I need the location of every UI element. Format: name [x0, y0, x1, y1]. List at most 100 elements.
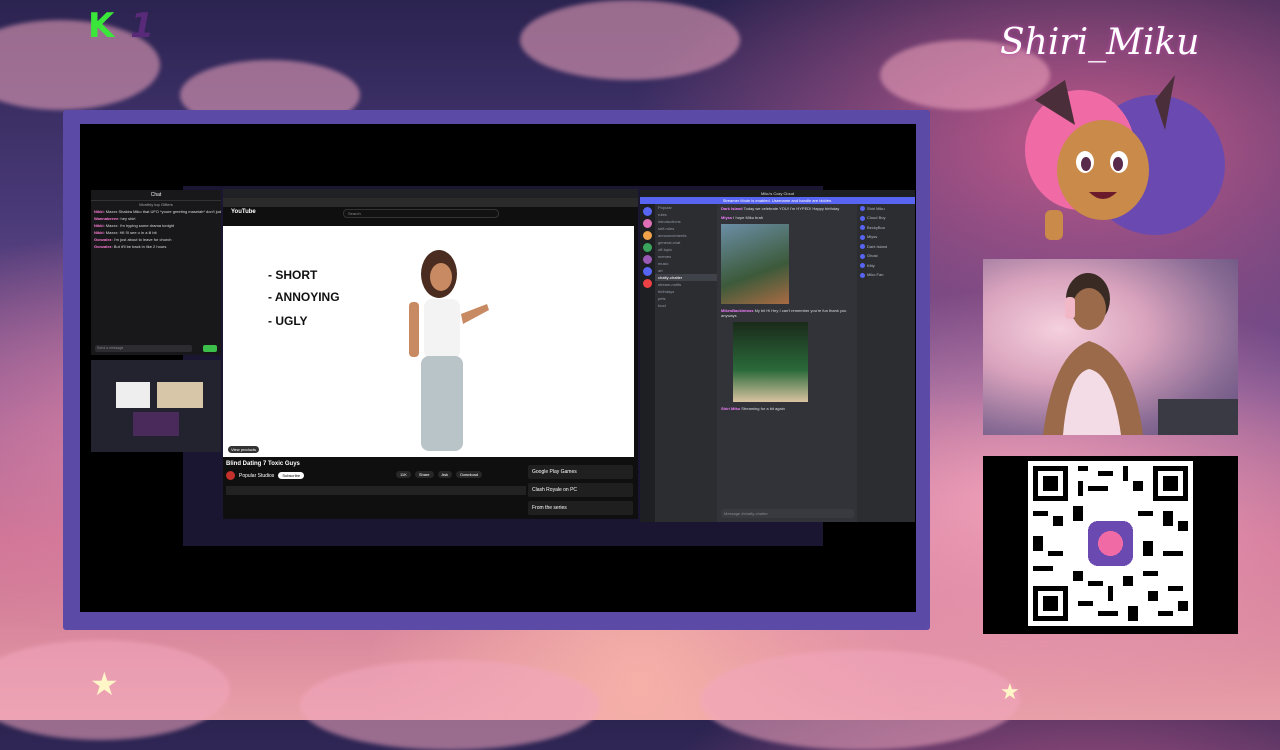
channel-item[interactable]: birthdays — [655, 288, 717, 295]
chat-send-button[interactable] — [203, 345, 217, 352]
download-button[interactable]: Download — [456, 471, 482, 478]
preview-thumb — [133, 412, 179, 436]
youtube-logo[interactable]: YouTube — [231, 209, 256, 215]
chat-username[interactable]: Nikki — [94, 209, 104, 214]
message-text: I hope Miku brah — [733, 215, 764, 220]
server-icon[interactable] — [643, 219, 652, 228]
message-image[interactable] — [733, 322, 808, 402]
channel-name[interactable]: Popular Studios — [239, 473, 274, 479]
member-name: Shiri Miku — [867, 206, 885, 211]
member-item[interactable]: Ghost — [857, 251, 915, 260]
member-name: BeckyBoo — [867, 224, 886, 230]
member-item[interactable]: Mlyss — [857, 232, 915, 241]
message-author[interactable]: Dark Island — [721, 206, 743, 211]
video-text-line: - ANNOYING — [268, 290, 340, 304]
youtube-search-input[interactable]: Search — [343, 209, 499, 218]
like-button[interactable]: 11K — [396, 471, 411, 478]
server-icon[interactable] — [643, 243, 652, 252]
streamer-mode-banner: Streamer Mode is enabled. Username and h… — [640, 197, 915, 204]
channel-item[interactable]: general-chat — [655, 239, 717, 246]
member-item[interactable]: BeckyBoo — [857, 223, 915, 232]
channel-item[interactable]: art — [655, 267, 717, 274]
channel-item[interactable]: chatty-chatter — [655, 274, 717, 281]
channel-item[interactable]: memes — [655, 253, 717, 260]
channel-item[interactable]: rules — [655, 211, 717, 218]
server-icon[interactable] — [643, 207, 652, 216]
channel-list: Popular rules introductions self-roles annou… — [655, 204, 717, 522]
member-item[interactable]: Kitty — [857, 261, 915, 270]
chat-message-text: Maxxx Shakira Miko that UFO *youre greet… — [105, 209, 221, 214]
chat-username[interactable]: Nikki — [94, 223, 104, 228]
message-input[interactable]: Message #chatty-chatter — [721, 509, 854, 518]
chat-username[interactable]: Gonzalez — [94, 244, 112, 249]
sidebar-series[interactable]: From the series — [528, 501, 633, 515]
channel-item[interactable]: food — [655, 302, 717, 309]
member-avatar — [860, 272, 865, 278]
background-cloud — [520, 0, 740, 80]
member-item[interactable]: Dark Island — [857, 242, 915, 251]
channel-item[interactable]: stream-notifs — [655, 281, 717, 288]
chat-message-text: Maxxx: I'm hyping some drama tonight — [105, 223, 175, 228]
youtube-browser: YouTube Search - SHORT - ANNOYING - UGLY… — [223, 189, 638, 519]
video-description[interactable] — [226, 486, 526, 495]
logo-digit: 1 — [130, 6, 156, 46]
webcam-person — [1043, 273, 1238, 435]
message-author[interactable]: Mlyss — [721, 215, 732, 220]
member-item[interactable]: Shiri Miku — [857, 204, 915, 213]
sidebar-ad[interactable]: Clash Royale on PC — [528, 483, 633, 497]
channel-item[interactable]: pets — [655, 295, 717, 302]
subscribe-button[interactable]: Subscribe — [278, 472, 305, 479]
video-person-figure — [409, 250, 489, 451]
chat-message-text: I'm just about to leave for church — [113, 237, 172, 242]
youtube-top-nav: YouTube Search — [223, 207, 638, 219]
message-image[interactable] — [721, 224, 789, 304]
browser-url-bar[interactable] — [223, 198, 638, 207]
message: MikesBackIntoss My bit Hi Hey I can't re… — [717, 306, 857, 320]
preview-thumb — [157, 382, 203, 408]
chat-input[interactable]: Send a message — [95, 345, 192, 352]
member-name: Miko Fan — [867, 272, 884, 278]
member-item[interactable]: Miko Fan — [857, 270, 915, 279]
youtube-sidebar: Google Play Games Clash Royale on PC Fro… — [528, 465, 633, 519]
channel-item[interactable]: self-roles — [655, 225, 717, 232]
channel-item[interactable]: music — [655, 260, 717, 267]
browser-tab-bar[interactable] — [223, 189, 638, 198]
message: Shiri Miku Streaming for a bit again — [717, 404, 857, 413]
message-author[interactable]: Shiri Miku — [721, 406, 740, 411]
member-avatar — [860, 244, 865, 250]
chat-username[interactable]: Gonzalez — [94, 237, 112, 242]
member-avatar — [860, 234, 865, 240]
message-text: Streaming for a bit again — [741, 406, 785, 411]
ask-button[interactable]: Ask — [437, 471, 453, 478]
chat-username[interactable]: Nikki — [94, 230, 104, 235]
server-icon[interactable] — [643, 267, 652, 276]
member-avatar — [860, 225, 865, 231]
member-name: Ghost — [867, 253, 878, 259]
message-text: Today we celebrate YOU! I'm HYPED! Happy… — [743, 206, 840, 211]
background-cloud — [700, 650, 1020, 750]
channel-item[interactable]: introductions — [655, 218, 717, 225]
chat-line: Nikki: Maxxx Shakira Miko that UFO *your… — [91, 208, 221, 215]
channel-item[interactable]: off-topic — [655, 246, 717, 253]
member-list: Shiri Miku Cloud Boy BeckyBoo Mlyss Dark Isl… — [857, 204, 915, 522]
view-products-button[interactable]: View products — [228, 446, 260, 453]
chat-line: Gonzalez: I'm just about to leave for ch… — [94, 237, 172, 242]
chat-line: Nikki: Maxxx: I'm hyping some drama toni… — [94, 223, 175, 228]
member-item[interactable]: Cloud Boy — [857, 213, 915, 222]
chat-line: Wannabeeee: hey shiri — [94, 216, 136, 221]
message: Mlyss I hope Miku brah — [717, 213, 857, 222]
channel-avatar[interactable] — [226, 471, 235, 480]
server-icon[interactable] — [643, 279, 652, 288]
sidebar-ad[interactable]: Google Play Games — [528, 465, 633, 479]
overlay-logo: K 1 — [88, 6, 156, 46]
video-text-line: - SHORT — [268, 268, 318, 282]
chat-username[interactable]: Wannabeeee — [94, 216, 118, 221]
share-button[interactable]: Share — [414, 471, 434, 478]
video-player[interactable]: - SHORT - ANNOYING - UGLY View products — [223, 226, 634, 457]
channel-item[interactable]: announcements — [655, 232, 717, 239]
server-icon[interactable] — [643, 231, 652, 240]
background-cloud — [300, 660, 600, 750]
channel-item[interactable]: Popular — [655, 204, 717, 211]
qr-code — [1028, 461, 1193, 626]
server-icon[interactable] — [643, 255, 652, 264]
